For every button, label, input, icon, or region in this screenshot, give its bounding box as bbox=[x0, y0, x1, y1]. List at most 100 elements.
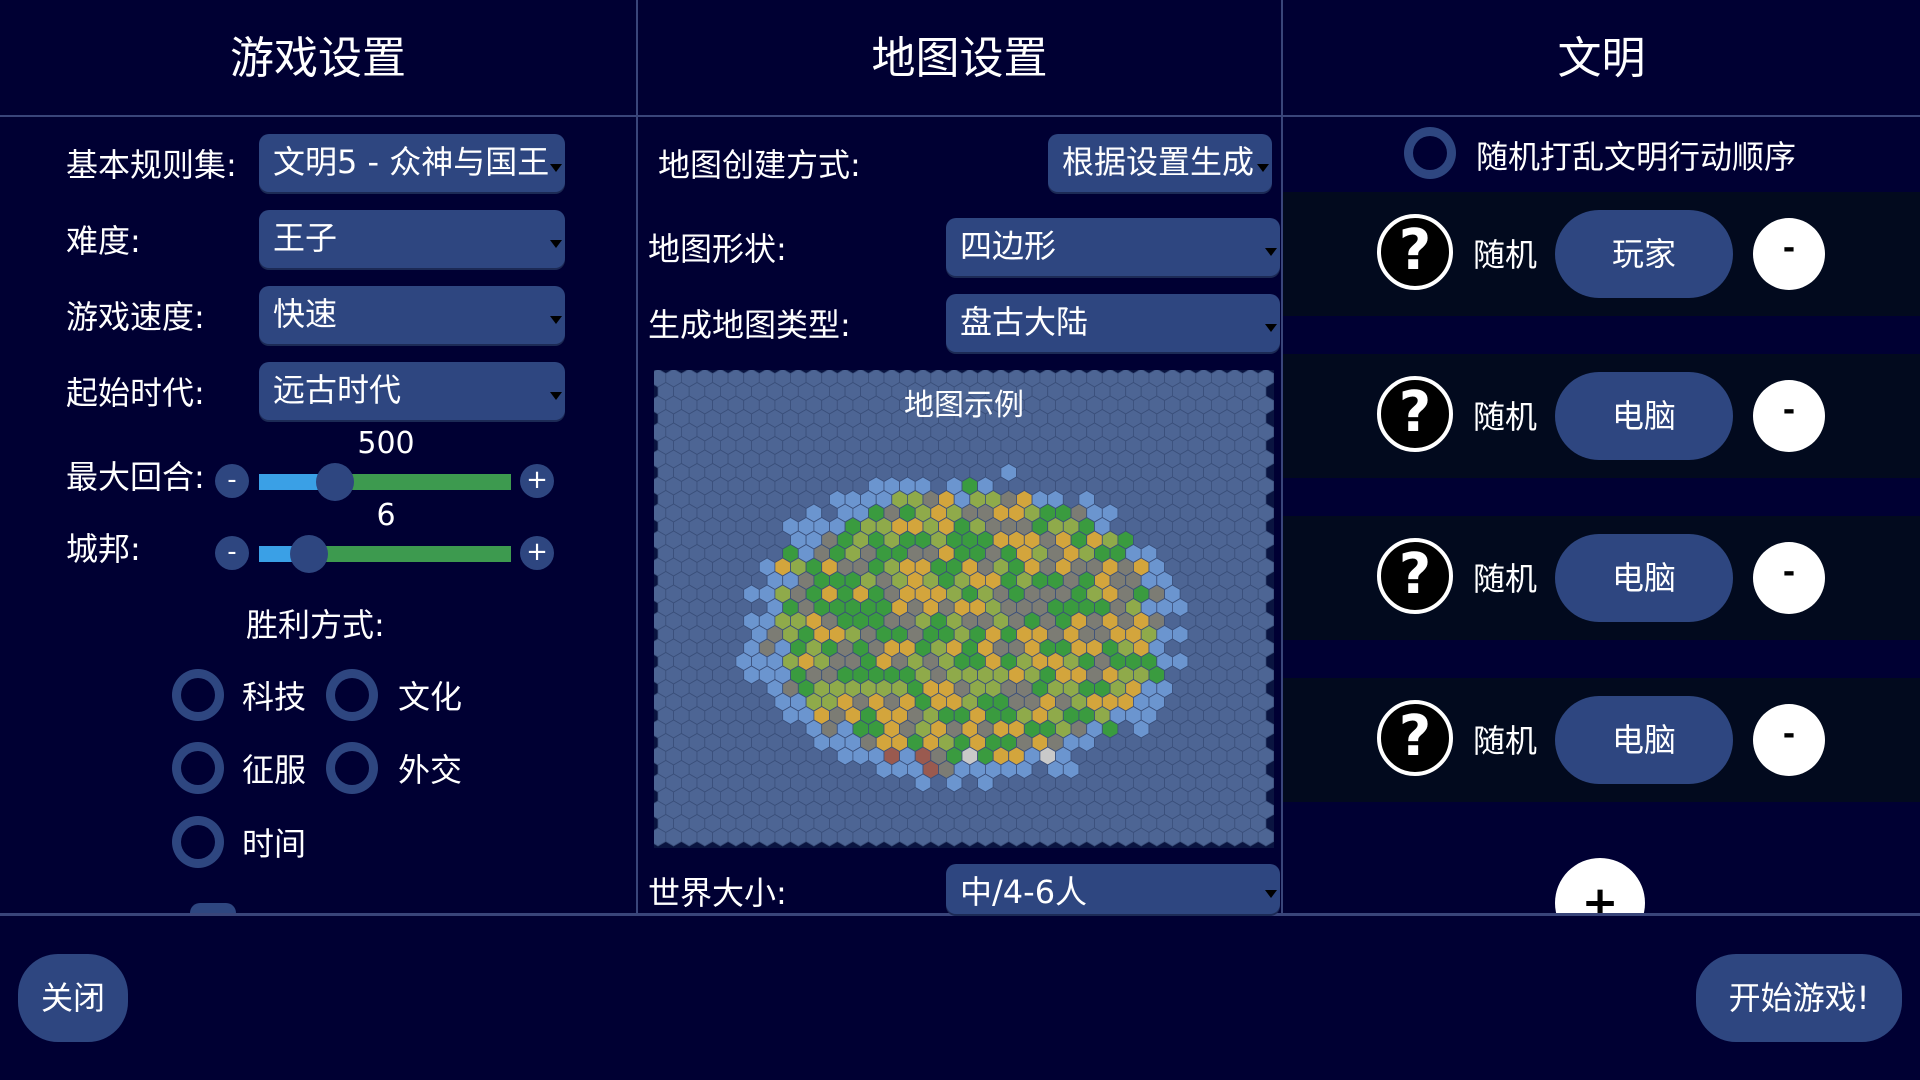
map-hex-tile bbox=[1211, 827, 1228, 847]
civ-name: 随机 bbox=[1473, 236, 1538, 274]
map-hex-tile bbox=[1055, 827, 1072, 847]
era-label: 起始时代: bbox=[66, 374, 205, 412]
random-civ-icon[interactable]: ? bbox=[1377, 538, 1453, 614]
city-states-value: 6 bbox=[376, 498, 396, 533]
map-hex-tile bbox=[1039, 827, 1056, 847]
start-game-button[interactable]: 开始游戏! bbox=[1696, 954, 1902, 1042]
map-hex-tile bbox=[1023, 827, 1041, 847]
chevron-down-icon bbox=[550, 316, 562, 324]
map-hex-tile bbox=[727, 827, 745, 847]
map-creation-label: 地图创建方式: bbox=[658, 146, 861, 184]
difficulty-value: 王子 bbox=[273, 219, 338, 257]
ruleset-label: 基本规则集: bbox=[66, 146, 237, 184]
map-hex-tile bbox=[899, 827, 916, 847]
ruleset-dropdown[interactable]: 文明5 - 众神与国王 bbox=[259, 134, 565, 192]
city-states-decrease-button[interactable]: - bbox=[215, 536, 249, 570]
map-hex-tile bbox=[852, 827, 869, 847]
civ-row: ? 随机 电脑 - bbox=[1283, 354, 1920, 478]
victory-domination-label: 征服 bbox=[242, 751, 307, 789]
civs-title: 文明 bbox=[1557, 33, 1646, 84]
chevron-down-icon bbox=[1257, 164, 1269, 172]
add-civ-button[interactable]: + bbox=[1555, 858, 1645, 913]
map-shape-value: 四边形 bbox=[960, 227, 1057, 265]
map-shape-dropdown[interactable]: 四边形 bbox=[946, 218, 1280, 276]
shuffle-order-label: 随机打乱文明行动顺序 bbox=[1476, 138, 1797, 176]
remove-civ-button[interactable]: - bbox=[1753, 542, 1825, 614]
era-dropdown[interactable]: 远古时代 bbox=[259, 362, 565, 420]
difficulty-label: 难度: bbox=[66, 222, 141, 260]
ruleset-value: 文明5 - 众神与国王 bbox=[273, 143, 550, 181]
speed-label: 游戏速度: bbox=[66, 298, 205, 336]
victory-science-checkbox[interactable] bbox=[172, 669, 224, 721]
header-divider bbox=[0, 115, 1920, 117]
random-civ-icon[interactable]: ? bbox=[1377, 214, 1453, 290]
map-hex-tile bbox=[836, 827, 854, 847]
column-divider-1 bbox=[636, 0, 638, 914]
map-hex-tile bbox=[1117, 827, 1134, 847]
map-hex-tile bbox=[1164, 827, 1181, 847]
victory-science-label: 科技 bbox=[242, 678, 307, 716]
victory-domination-checkbox[interactable] bbox=[172, 742, 224, 794]
map-preview-hexes bbox=[654, 370, 1274, 847]
random-civ-icon[interactable]: ? bbox=[1377, 376, 1453, 452]
map-hex-tile bbox=[1257, 827, 1274, 847]
map-type-value: 盘古大陆 bbox=[960, 303, 1089, 341]
map-hex-tile bbox=[945, 827, 963, 847]
victory-label: 胜利方式: bbox=[246, 606, 385, 644]
map-settings-title: 地图设置 bbox=[871, 33, 1048, 84]
shuffle-order-checkbox[interactable] bbox=[1404, 127, 1456, 179]
map-hex-tile bbox=[774, 827, 791, 847]
remove-civ-button[interactable]: - bbox=[1753, 380, 1825, 452]
victory-time-checkbox[interactable] bbox=[172, 816, 224, 868]
map-creation-value: 根据设置生成 bbox=[1062, 143, 1255, 181]
city-states-label: 城邦: bbox=[66, 530, 141, 568]
map-hex-tile bbox=[1226, 827, 1243, 847]
partial-checkbox[interactable] bbox=[190, 903, 236, 913]
map-hex-tile bbox=[1132, 827, 1150, 847]
chevron-down-icon bbox=[1265, 248, 1277, 256]
civ-name: 随机 bbox=[1473, 560, 1538, 598]
civ-row: ? 随机 玩家 - bbox=[1283, 192, 1920, 316]
map-hex-tile bbox=[665, 827, 682, 847]
civ-row: ? 随机 电脑 - bbox=[1283, 516, 1920, 640]
map-hex-tile bbox=[821, 827, 838, 847]
speed-dropdown[interactable]: 快速 bbox=[259, 286, 565, 344]
map-hex-tile bbox=[805, 827, 823, 847]
world-size-label: 世界大小: bbox=[648, 874, 787, 912]
map-preview-label: 地图示例 bbox=[904, 388, 1024, 423]
plus-icon: + bbox=[1555, 858, 1645, 913]
map-hex-tile bbox=[1101, 827, 1119, 847]
player-type-button[interactable]: 玩家 bbox=[1555, 210, 1733, 298]
civ-name: 随机 bbox=[1473, 722, 1538, 760]
max-turns-increase-button[interactable]: + bbox=[520, 464, 554, 498]
map-type-label: 生成地图类型: bbox=[648, 306, 851, 344]
player-type-button[interactable]: 电脑 bbox=[1555, 372, 1733, 460]
map-hex-tile bbox=[790, 827, 807, 847]
victory-diplomatic-label: 外交 bbox=[398, 751, 463, 789]
world-size-dropdown[interactable]: 中/4-6人 bbox=[946, 864, 1280, 914]
remove-civ-button[interactable]: - bbox=[1753, 218, 1825, 290]
random-civ-icon[interactable]: ? bbox=[1377, 700, 1453, 776]
max-turns-value: 500 bbox=[357, 426, 415, 461]
map-shape-label: 地图形状: bbox=[648, 230, 787, 268]
slider-handle[interactable] bbox=[316, 463, 354, 501]
speed-value: 快速 bbox=[273, 295, 338, 333]
map-hex-tile bbox=[1008, 827, 1025, 847]
player-type-button[interactable]: 电脑 bbox=[1555, 696, 1733, 784]
difficulty-dropdown[interactable]: 王子 bbox=[259, 210, 565, 268]
city-states-increase-button[interactable]: + bbox=[520, 536, 554, 570]
close-button[interactable]: 关闭 bbox=[18, 954, 128, 1042]
map-type-dropdown[interactable]: 盘古大陆 bbox=[946, 294, 1280, 352]
map-hex-tile bbox=[1179, 827, 1197, 847]
map-hex-tile bbox=[758, 827, 776, 847]
map-creation-dropdown[interactable]: 根据设置生成 bbox=[1048, 134, 1272, 192]
victory-culture-checkbox[interactable] bbox=[326, 669, 378, 721]
map-hex-tile bbox=[1195, 827, 1212, 847]
remove-civ-button[interactable]: - bbox=[1753, 704, 1825, 776]
victory-culture-label: 文化 bbox=[398, 678, 463, 716]
player-type-button[interactable]: 电脑 bbox=[1555, 534, 1733, 622]
map-hex-tile bbox=[1242, 827, 1259, 847]
max-turns-decrease-button[interactable]: - bbox=[215, 464, 249, 498]
victory-diplomatic-checkbox[interactable] bbox=[326, 742, 378, 794]
slider-handle[interactable] bbox=[290, 535, 328, 573]
